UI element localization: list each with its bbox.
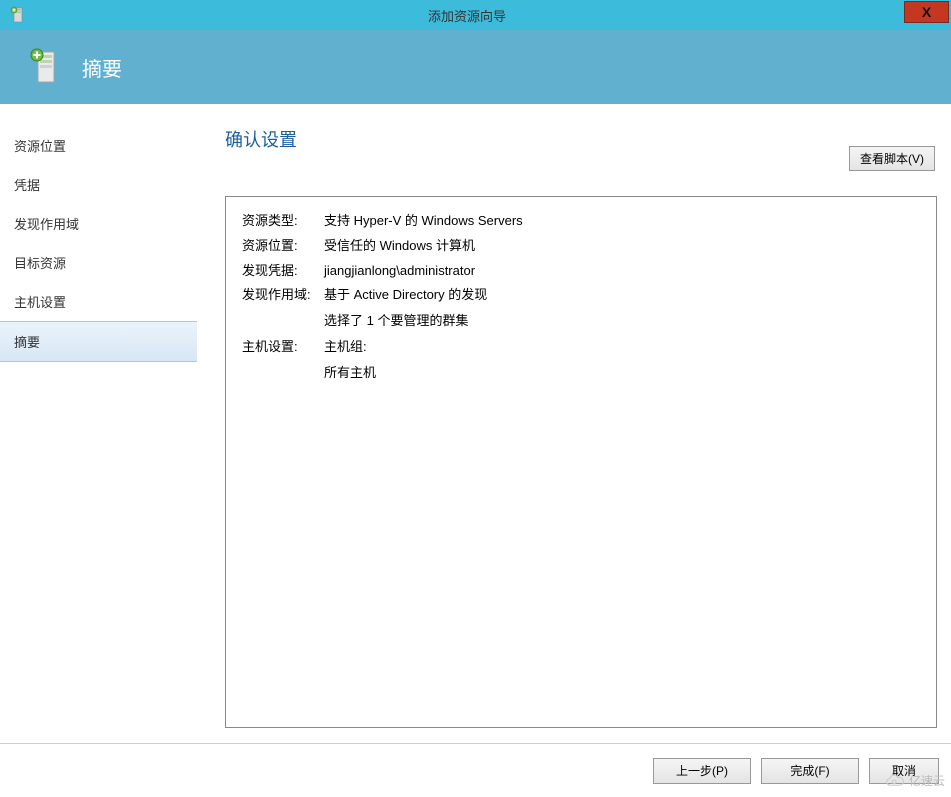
- cancel-button[interactable]: 取消: [869, 758, 939, 784]
- summary-value: 受信任的 Windows 计算机: [324, 236, 920, 257]
- summary-extra-line: 选择了 1 个要管理的群集: [242, 310, 920, 329]
- sidebar-item-target-resource[interactable]: 目标资源: [0, 243, 197, 282]
- wizard-header: 摘要: [0, 30, 951, 104]
- sidebar-item-discovery-scope[interactable]: 发现作用域: [0, 204, 197, 243]
- wizard-header-icon: [28, 47, 62, 87]
- window-title: 添加资源向导: [30, 6, 904, 25]
- sidebar-item-credentials[interactable]: 凭据: [0, 165, 197, 204]
- confirm-settings-title: 确认设置: [225, 126, 937, 152]
- sidebar-item-label: 摘要: [14, 335, 40, 350]
- summary-row-discovery-credential: 发现凭据: jiangjianlong\administrator: [242, 261, 920, 282]
- close-icon: X: [922, 5, 931, 19]
- summary-row-host-settings: 主机设置: 主机组:: [242, 337, 920, 358]
- summary-row-resource-location: 资源位置: 受信任的 Windows 计算机: [242, 236, 920, 257]
- sidebar-item-label: 目标资源: [14, 256, 66, 271]
- summary-value: 支持 Hyper-V 的 Windows Servers: [324, 211, 920, 232]
- summary-label: 资源位置:: [242, 236, 324, 257]
- summary-box: 资源类型: 支持 Hyper-V 的 Windows Servers 资源位置:…: [225, 196, 937, 728]
- sidebar-item-host-settings[interactable]: 主机设置: [0, 282, 197, 321]
- wizard-small-icon: [6, 3, 30, 27]
- sidebar-item-label: 主机设置: [14, 295, 66, 310]
- wizard-step-title: 摘要: [82, 53, 122, 82]
- summary-value: 基于 Active Directory 的发现: [324, 285, 920, 306]
- summary-label: 发现凭据:: [242, 261, 324, 282]
- summary-label: 资源类型:: [242, 211, 324, 232]
- sidebar-item-summary[interactable]: 摘要: [0, 321, 197, 362]
- summary-value: jiangjianlong\administrator: [324, 261, 920, 282]
- summary-row-discovery-scope: 发现作用域: 基于 Active Directory 的发现: [242, 285, 920, 306]
- view-script-button[interactable]: 查看脚本(V): [849, 146, 935, 171]
- wizard-footer: 上一步(P) 完成(F) 取消: [0, 743, 951, 797]
- close-button[interactable]: X: [904, 1, 949, 23]
- title-bar: 添加资源向导 X: [0, 0, 951, 30]
- summary-label: 发现作用域:: [242, 285, 324, 306]
- summary-extra-line: 所有主机: [242, 362, 920, 381]
- sidebar-item-label: 发现作用域: [14, 217, 79, 232]
- previous-button[interactable]: 上一步(P): [653, 758, 751, 784]
- summary-row-resource-type: 资源类型: 支持 Hyper-V 的 Windows Servers: [242, 211, 920, 232]
- wizard-main-panel: 确认设置 查看脚本(V) 资源类型: 支持 Hyper-V 的 Windows …: [197, 104, 951, 743]
- summary-label: 主机设置:: [242, 337, 324, 358]
- sidebar-item-label: 凭据: [14, 178, 40, 193]
- finish-button[interactable]: 完成(F): [761, 758, 859, 784]
- summary-value: 主机组:: [324, 337, 920, 358]
- wizard-steps-sidebar: 资源位置 凭据 发现作用域 目标资源 主机设置 摘要: [0, 104, 197, 743]
- sidebar-item-resource-location[interactable]: 资源位置: [0, 126, 197, 165]
- sidebar-item-label: 资源位置: [14, 139, 66, 154]
- content-area: 资源位置 凭据 发现作用域 目标资源 主机设置 摘要 确认设置 查看脚本(V) …: [0, 104, 951, 743]
